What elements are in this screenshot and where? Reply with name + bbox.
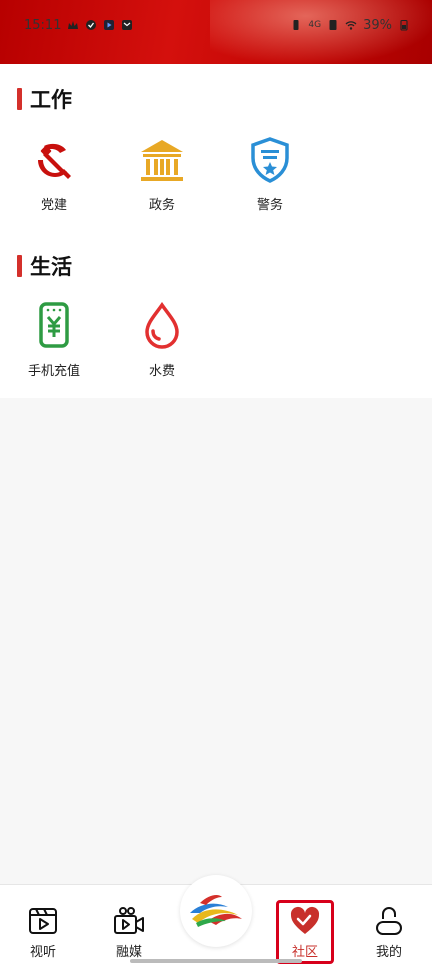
section-title-life: 生活: [17, 251, 72, 281]
status-time: 15:11: [24, 17, 62, 33]
battery-percent: 39%: [363, 17, 392, 33]
grid-item-label: 水费: [148, 364, 175, 379]
work-grid: 党建 政务 警务: [0, 136, 432, 213]
phone-recharge-icon: [39, 302, 69, 348]
water-drop-icon: [145, 302, 179, 349]
tab-video[interactable]: 视听: [13, 905, 73, 960]
grid-item-label: 警务: [256, 198, 283, 213]
sim-icon: [329, 20, 337, 30]
grid-item-recharge[interactable]: 手机充值: [0, 302, 108, 379]
content-panel: 工作 党建 政务 警务 生活 手机充值 水费: [0, 64, 432, 398]
tab-label: 融媒: [115, 945, 142, 960]
center-logo-icon: [190, 895, 242, 927]
grid-item-label: 手机充值: [27, 364, 80, 379]
video-play-icon: [29, 908, 57, 934]
tab-label: 我的: [375, 945, 402, 960]
message-app-icon: [122, 20, 133, 30]
grid-item-government[interactable]: 政务: [108, 136, 216, 213]
grid-item-water[interactable]: 水费: [108, 302, 216, 379]
play-app-icon: [104, 20, 115, 30]
life-grid: 手机充值 水费: [0, 302, 432, 379]
government-building-icon: [141, 140, 183, 181]
vibrate-icon: [293, 20, 299, 30]
grid-item-label: 政务: [148, 198, 175, 213]
grid-item-police[interactable]: 警务: [216, 136, 324, 213]
wifi-icon: [345, 21, 357, 30]
grid-item-party[interactable]: 党建: [0, 136, 108, 213]
camera-icon: [114, 907, 144, 934]
home-indicator: [130, 959, 302, 963]
tab-media[interactable]: 融媒: [99, 905, 159, 960]
profile-icon: [376, 907, 402, 935]
crown-icon: [68, 21, 79, 29]
tab-mine[interactable]: 我的: [359, 905, 419, 960]
network-type: 4G: [308, 20, 322, 30]
police-shield-icon: [251, 137, 289, 183]
check-badge-icon: [86, 20, 97, 30]
center-home-button[interactable]: [180, 875, 252, 947]
grid-item-label: 党建: [40, 198, 67, 213]
section-title-work: 工作: [17, 84, 72, 114]
status-bar: 15:11 4G 39%: [0, 0, 432, 50]
section-accent-bar: [17, 88, 22, 110]
active-tab-highlight: [276, 900, 334, 964]
tab-label: 视听: [29, 945, 56, 960]
section-accent-bar: [17, 255, 22, 277]
battery-icon: [400, 19, 408, 31]
party-emblem-icon: [38, 143, 71, 179]
